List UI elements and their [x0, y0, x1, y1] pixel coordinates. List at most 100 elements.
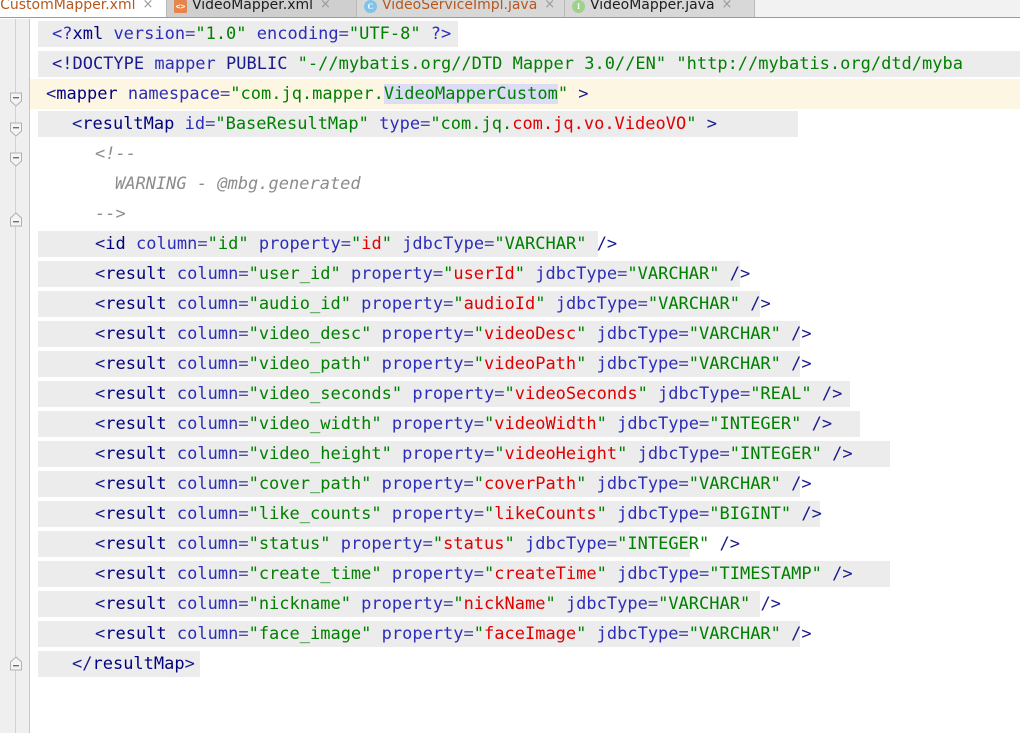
editor-tab-videomapper-xml[interactable]: <> VideoMapper.xml × — [167, 0, 357, 17]
code-token: column — [166, 324, 239, 344]
tab-label: VideoMapper.xml — [192, 0, 314, 13]
tab-close-icon[interactable]: × — [320, 0, 331, 14]
code-token: = — [238, 264, 249, 284]
tab-close-icon[interactable]: × — [722, 0, 733, 14]
code-token: "com.jq.mapper. — [230, 84, 384, 104]
line-xml-declaration[interactable]: <?xml version="1.0" encoding="UTF-8" ?> — [30, 19, 1020, 49]
code-token: = — [473, 564, 485, 584]
editor-tab-videoserviceimpl-java[interactable]: C VideoServiceImpl.java × — [357, 0, 565, 17]
code-token: "VARCHAR" — [658, 594, 751, 614]
code-token: "-//mybatis.org//DTD Mapper 3.0//EN" — [297, 54, 667, 74]
tab-close-icon[interactable]: × — [142, 0, 153, 14]
code-token: /> — [719, 264, 751, 284]
line-mapper-open[interactable]: <mapper namespace="com.jq.mapper.VideoMa… — [30, 79, 1020, 109]
code-token: jdbcType — [586, 324, 679, 344]
code-token: mapper — [56, 84, 118, 104]
code-token: videoPath — [484, 354, 577, 374]
code-token: " — [514, 264, 525, 284]
line-result-video-desc[interactable]: <result column="video_desc" property="vi… — [30, 319, 1020, 349]
line-result-video-width[interactable]: <result column="video_width" property="v… — [30, 409, 1020, 439]
code-token: < — [95, 234, 106, 254]
editor-tab-videomapper-java[interactable]: I VideoMapper.java × — [565, 0, 755, 17]
code-token: jdbcType — [586, 354, 679, 374]
code-token: property — [350, 294, 444, 314]
code-token: column — [166, 594, 239, 614]
line-result-video-seconds[interactable]: <result column="video_seconds" property=… — [30, 379, 1020, 409]
code-token: " — [576, 624, 587, 644]
code-token: jdbcType — [586, 474, 679, 494]
code-token: " — [443, 264, 454, 284]
code-fold-marker[interactable] — [10, 122, 23, 137]
code-token: jdbcType — [627, 444, 720, 464]
code-token: < — [95, 504, 106, 524]
code-token: " — [484, 564, 495, 584]
code-token: = — [678, 474, 689, 494]
line-comment-open[interactable]: <!-- — [30, 139, 1020, 169]
line-result-status[interactable]: <result column="status" property="status… — [30, 529, 1020, 559]
xml-file-icon: <> — [174, 0, 187, 13]
tab-label: VideoMapper.java — [590, 0, 715, 13]
code-token: "VARCHAR" — [627, 264, 720, 284]
code-token: = — [238, 534, 249, 554]
line-result-video-height[interactable]: <result column="video_height" property="… — [30, 439, 1020, 469]
code-fold-marker[interactable] — [10, 656, 23, 671]
editor-window: deoCustomMapper.xml×<>VideoMapper.xml×CV… — [0, 0, 1020, 733]
code-token: resultMap — [92, 654, 185, 674]
line-doctype[interactable]: <!DOCTYPE mapper PUBLIC "-//mybatis.org/… — [30, 49, 1020, 79]
code-token: = — [420, 114, 431, 134]
line-result-like-counts[interactable]: <result column="like_counts" property="l… — [30, 499, 1020, 529]
line-result-nickname[interactable]: <result column="nickname" property="nick… — [30, 589, 1020, 619]
code-token: /> — [811, 384, 843, 404]
code-token: /> — [780, 324, 812, 344]
code-token: "VARCHAR" — [688, 354, 781, 374]
code-token: /> — [791, 504, 822, 524]
code-token: coverPath — [484, 474, 577, 494]
code-token: "UTF-8" — [348, 24, 421, 44]
code-token: = — [340, 234, 351, 254]
code-token: " — [596, 414, 607, 434]
code-token: "audio_id" — [248, 294, 351, 314]
code-token: = — [463, 354, 474, 374]
code-token: < — [95, 534, 106, 554]
tab-close-icon[interactable]: × — [544, 0, 555, 14]
code-fold-marker[interactable] — [10, 212, 23, 227]
code-content-area[interactable]: <?xml version="1.0" encoding="UTF-8" ?> <… — [30, 19, 1020, 733]
line-comment-warning[interactable]: WARNING - @mbg.generated — [30, 169, 1020, 199]
code-token: " — [494, 444, 505, 464]
code-token: = — [699, 414, 710, 434]
code-token: "cover_path" — [248, 474, 372, 494]
code-token: = — [238, 414, 249, 434]
line-result-user-id[interactable]: <result column="user_id" property="userI… — [30, 259, 1020, 289]
code-token: = — [220, 84, 231, 104]
line-result-audio-id[interactable]: <result column="audio_id" property="audi… — [30, 289, 1020, 319]
code-token: mapper — [154, 54, 216, 74]
code-token: "nickname" — [248, 594, 351, 614]
line-result-cover-path[interactable]: <result column="cover_path" property="co… — [30, 469, 1020, 499]
code-editor-pane[interactable]: <?xml version="1.0" encoding="UTF-8" ?> <… — [0, 19, 1020, 733]
line-result-create-time[interactable]: <result column="create_time" property="c… — [30, 559, 1020, 589]
editor-gutter[interactable] — [0, 19, 30, 733]
line-resultmap-close[interactable]: </resultMap> — [30, 649, 1020, 679]
line-resultmap-open[interactable]: <resultMap id="BaseResultMap" type="com.… — [30, 109, 1020, 139]
editor-tab-deocustommapper-xml[interactable]: deoCustomMapper.xml × — [0, 0, 167, 17]
code-token: encoding — [246, 24, 339, 44]
line-result-id[interactable]: <id column="id" property="id" jdbcType="… — [30, 229, 1020, 259]
code-fold-marker[interactable] — [10, 92, 23, 107]
code-token: = — [443, 294, 454, 314]
code-token: status — [443, 534, 505, 554]
code-token: property — [381, 504, 474, 524]
code-token: = — [432, 264, 444, 284]
code-token: column — [166, 354, 239, 374]
code-token: /> — [780, 624, 812, 644]
code-token: createTime — [494, 564, 597, 584]
code-token: /> — [801, 414, 833, 434]
line-result-face-image[interactable]: <result column="face_image" property="fa… — [30, 619, 1020, 649]
code-token: " — [453, 594, 464, 614]
code-token: = — [739, 384, 751, 404]
code-token: </ — [72, 654, 93, 674]
code-fold-marker[interactable] — [10, 152, 23, 167]
code-token: < — [72, 114, 83, 134]
line-comment-close[interactable]: --> — [30, 199, 1020, 229]
line-result-video-path[interactable]: <result column="video_path" property="vi… — [30, 349, 1020, 379]
code-token: result — [105, 384, 167, 404]
